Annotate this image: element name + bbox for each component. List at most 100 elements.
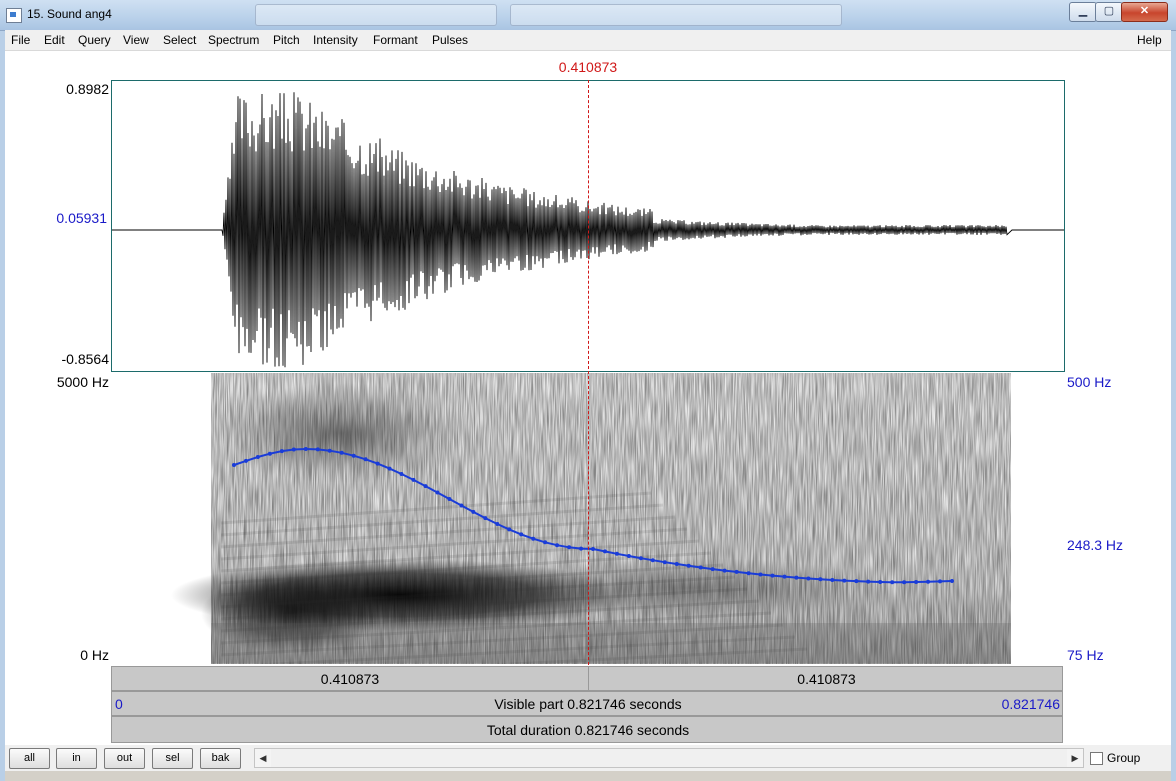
selection-ruler-row[interactable]: 0.410873 0.410873: [111, 666, 1063, 691]
pitch-point: [423, 484, 428, 489]
pitch-point: [890, 580, 895, 585]
pitch-point: [710, 567, 715, 572]
menu-bar: File Edit Query View Select Spectrum Pit…: [5, 30, 1171, 51]
pitch-point: [303, 447, 308, 451]
visible-end-label: 0.821746: [1001, 696, 1060, 712]
pitch-top-label: 500 Hz: [1067, 374, 1112, 390]
pitch-point: [279, 449, 284, 454]
zoom-selection-button[interactable]: sel: [152, 748, 193, 769]
pitch-point: [698, 565, 703, 570]
visible-part-row[interactable]: 0 Visible part 0.821746 seconds 0.821746: [111, 691, 1063, 716]
pitch-point: [471, 509, 476, 514]
group-checkbox-label: Group: [1107, 751, 1141, 765]
pitch-point: [758, 572, 763, 577]
pitch-point: [555, 543, 560, 548]
pitch-point: [411, 477, 416, 482]
menu-select[interactable]: Select: [163, 33, 196, 47]
pitch-point: [327, 448, 332, 453]
close-button[interactable]: ✕: [1121, 2, 1168, 22]
pitch-point: [519, 532, 524, 537]
pitch-point: [746, 571, 751, 576]
menu-spectrum[interactable]: Spectrum: [208, 33, 259, 47]
pitch-point: [734, 569, 739, 574]
total-duration-label: Total duration 0.821746 seconds: [486, 722, 690, 738]
spectrogram-low-frequency-band: [211, 623, 1011, 663]
pitch-point: [351, 453, 356, 458]
pitch-point: [638, 556, 643, 561]
pitch-point: [662, 560, 667, 565]
pitch-point: [626, 554, 631, 558]
title-bar[interactable]: 15. Sound ang4 ▁ ▢ ✕: [0, 0, 1176, 31]
pitch-point: [363, 457, 368, 462]
pitch-point: [291, 447, 296, 452]
scroll-left-arrow-icon[interactable]: ◀: [255, 749, 271, 767]
pitch-point: [447, 497, 452, 501]
waveform-min-label: -0.8564: [61, 351, 109, 367]
window-right-border: [1171, 30, 1176, 781]
group-checkbox[interactable]: [1090, 752, 1103, 765]
pitch-point: [267, 451, 272, 456]
pitch-point: [591, 547, 595, 551]
pitch-point: [782, 574, 787, 579]
pitch-point: [938, 579, 942, 584]
background-taskbar-tab: [510, 4, 842, 26]
minimize-button[interactable]: ▁: [1069, 2, 1097, 22]
menu-file[interactable]: File: [11, 33, 30, 47]
pitch-point: [902, 580, 907, 585]
maximize-button[interactable]: ▢: [1095, 2, 1123, 22]
pitch-point: [495, 522, 500, 526]
pitch-mid-label: 248.3 Hz: [1067, 537, 1124, 553]
pitch-point: [866, 579, 871, 584]
menu-formant[interactable]: Formant: [373, 33, 418, 47]
pitch-point: [650, 558, 655, 563]
zoom-out-button[interactable]: out: [104, 748, 145, 769]
pitch-point: [854, 579, 859, 584]
pitch-point: [818, 577, 823, 582]
ruler-right-segment[interactable]: 0.410873: [589, 667, 1064, 690]
pitch-point: [483, 516, 488, 521]
pitch-point: [435, 490, 440, 495]
menu-pulses[interactable]: Pulses: [432, 33, 468, 47]
zoom-all-button[interactable]: all: [9, 748, 50, 769]
menu-edit[interactable]: Edit: [44, 33, 65, 47]
time-cursor-line[interactable]: [588, 80, 589, 665]
time-scrollbar[interactable]: ◀ ▶: [254, 748, 1084, 768]
pitch-point: [531, 536, 536, 541]
menu-pitch[interactable]: Pitch: [273, 33, 300, 47]
cursor-time-label: 0.410873: [558, 59, 618, 75]
menu-view[interactable]: View: [123, 33, 149, 47]
pitch-point: [375, 461, 380, 466]
pitch-point: [507, 527, 512, 532]
pitch-point: [614, 551, 619, 556]
spectrogram-freq-bottom-label: 0 Hz: [80, 647, 109, 663]
pitch-point: [339, 450, 344, 455]
pitch-point: [770, 573, 775, 578]
waveform-cursor-value-label: 0.05931: [56, 210, 107, 226]
pitch-point: [255, 455, 260, 459]
scroll-right-arrow-icon[interactable]: ▶: [1067, 749, 1083, 767]
pitch-point: [794, 575, 799, 580]
window-title: 15. Sound ang4: [27, 7, 112, 21]
pitch-bottom-label: 75 Hz: [1067, 647, 1104, 663]
total-duration-row[interactable]: Total duration 0.821746 seconds: [111, 716, 1063, 743]
menu-intensity[interactable]: Intensity: [313, 33, 358, 47]
ruler-left-segment[interactable]: 0.410873: [112, 667, 589, 690]
pitch-point: [387, 466, 392, 471]
visible-part-label: Visible part 0.821746 seconds: [494, 696, 682, 712]
pitch-point: [603, 549, 607, 554]
pitch-point: [830, 578, 835, 582]
menu-help[interactable]: Help: [1137, 33, 1162, 47]
background-taskbar-tab: [255, 4, 497, 26]
zoom-back-button[interactable]: bak: [200, 748, 241, 769]
pitch-point: [579, 546, 583, 551]
zoom-in-button[interactable]: in: [56, 748, 97, 769]
waveform-max-label: 0.8982: [66, 81, 109, 97]
spectrogram-upper-energy: [211, 383, 471, 483]
pitch-point: [315, 447, 320, 452]
pitch-point: [459, 503, 464, 508]
pitch-point: [543, 540, 548, 545]
pitch-point: [950, 579, 954, 583]
pitch-point: [926, 579, 931, 584]
pitch-point: [914, 580, 919, 584]
menu-query[interactable]: Query: [78, 33, 111, 47]
